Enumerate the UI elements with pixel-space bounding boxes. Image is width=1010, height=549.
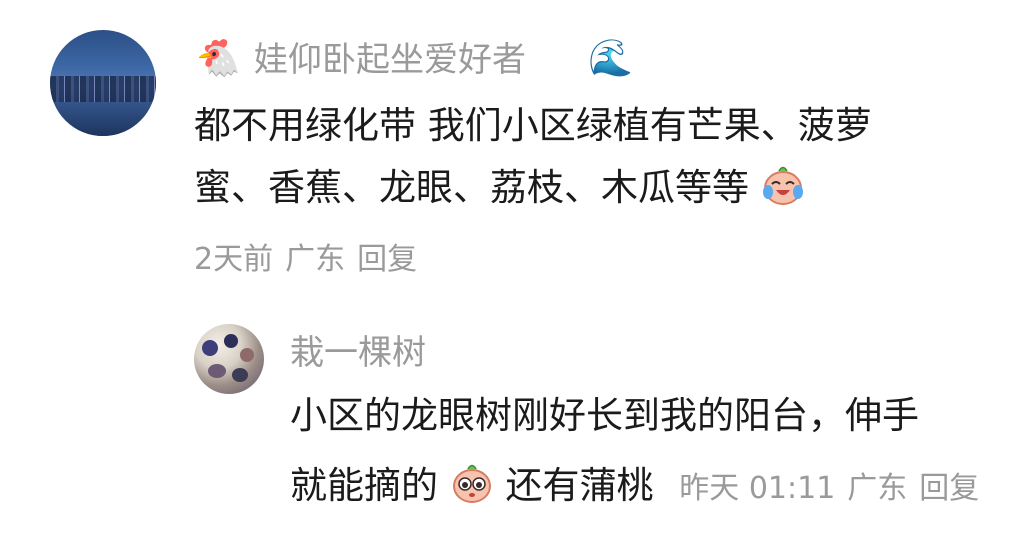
reply-location: 广东 (847, 471, 908, 506)
reply-text-part-1: 就能摘的 (290, 464, 438, 507)
avatar-water (50, 102, 156, 136)
pleading-face-icon (452, 464, 491, 503)
reply-reply-button[interactable]: 回复 (919, 471, 979, 506)
commenter-username-text: 娃仰卧起坐爱好者 (254, 40, 526, 80)
wave-emoji-icon: 🌊 (588, 38, 633, 79)
comment-text-line-1: 都不用绿化带 我们小区绿植有芒果、菠萝 (194, 104, 872, 147)
comment-reply-button[interactable]: 回复 (357, 242, 417, 277)
comment-thread: 🐔 娃仰卧起坐爱好者 🌊 都不用绿化带 我们小区绿植有芒果、菠萝 蜜、香蕉、龙眼… (0, 0, 1010, 549)
avatar-spot (202, 340, 218, 356)
avatar-spot (224, 334, 238, 348)
comment-location: 广东 (285, 242, 346, 277)
comment-text-line-2: 蜜、香蕉、龙眼、荔枝、木瓜等等 (194, 157, 805, 219)
replier-avatar[interactable] (194, 324, 264, 394)
commenter-username[interactable]: 娃仰卧起坐爱好者 (254, 40, 526, 80)
comment-text-line-2-content: 蜜、香蕉、龙眼、荔枝、木瓜等等 (194, 166, 749, 209)
avatar-spot (240, 348, 254, 362)
replier-username[interactable]: 栽一棵树 (290, 333, 426, 373)
rooster-emoji-icon: 🐔 (196, 38, 241, 79)
laughing-tears-icon (762, 166, 803, 205)
avatar-spot (232, 368, 248, 382)
reply-time: 昨天 01:11 (679, 471, 836, 506)
commenter-avatar[interactable] (50, 30, 156, 136)
comment-meta: 2天前 广东 回复 (194, 240, 417, 280)
reply-text-part-2: 还有蒲桃 (505, 464, 654, 507)
reply-text-line-2: 就能摘的 还有蒲桃 昨天 01:11 广东 回复 (290, 455, 979, 520)
reply-text-line-1: 小区的龙眼树刚好长到我的阳台，伸手 (290, 394, 919, 437)
avatar-city-skyline (50, 76, 156, 102)
avatar-spot (208, 364, 226, 378)
comment-time: 2天前 (194, 242, 274, 277)
reply-meta: 昨天 01:11 广东 回复 (679, 471, 979, 506)
